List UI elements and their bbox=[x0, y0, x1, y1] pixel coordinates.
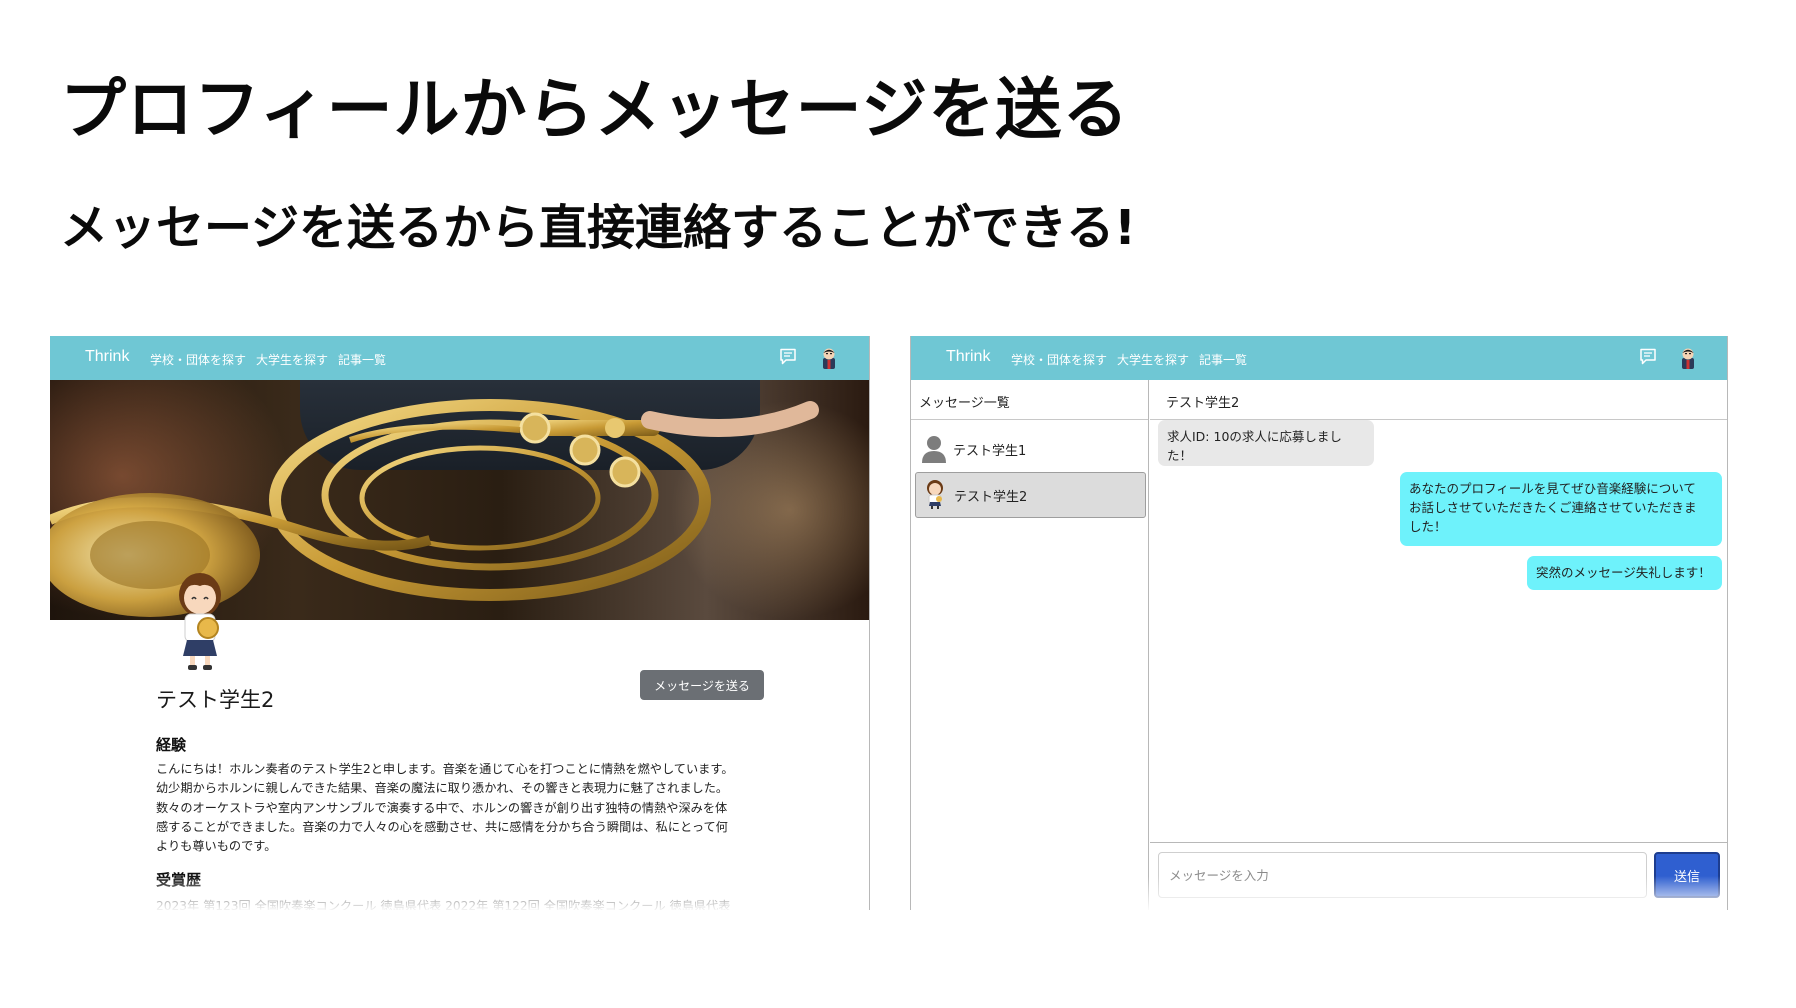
slide-title: プロフィールからメッセージを送る bbox=[60, 71, 1130, 148]
message-input[interactable] bbox=[1158, 852, 1647, 898]
message-icon[interactable] bbox=[1639, 348, 1657, 365]
nav-links: 学校・団体を探す 大学生を探す 記事一覧 bbox=[150, 351, 386, 368]
message-line: した！ bbox=[1409, 519, 1447, 534]
default-person-icon bbox=[922, 436, 946, 463]
message-sidebar: メッセージ一覧 テスト学生1 テスト学生2 bbox=[911, 380, 1149, 910]
profile-avatar bbox=[179, 573, 221, 670]
user-avatar-icon[interactable] bbox=[1677, 346, 1699, 370]
contact-item-active[interactable]: テスト学生2 bbox=[915, 472, 1146, 518]
message-line: 求人ID: 10の求人に応募しました！ bbox=[1167, 429, 1342, 463]
student-avatar bbox=[927, 480, 943, 509]
profile-name: テスト学生2 bbox=[156, 688, 275, 712]
nav-link-articles[interactable]: 記事一覧 bbox=[1199, 351, 1247, 368]
contact-name: テスト学生2 bbox=[954, 489, 1028, 505]
message-list-title: メッセージ一覧 bbox=[911, 380, 1148, 420]
chat-thread: 求人ID: 10の求人に応募しました！ あなたのプロフィールを見てぜひ音楽経験に… bbox=[1150, 420, 1727, 843]
messages-page-screenshot: Thrink 学校・団体を探す 大学生を探す 記事一覧 メッセージ一覧 テスト学… bbox=[910, 336, 1728, 910]
brand-logo[interactable]: Thrink bbox=[946, 348, 990, 366]
send-button[interactable]: 送信 bbox=[1654, 852, 1720, 898]
contact-name: テスト学生1 bbox=[953, 443, 1027, 459]
message-icon[interactable] bbox=[779, 348, 797, 365]
experience-line: 幼少期からホルンに親しんできた結果、音楽の魔法に取り憑かれ、その響きと表現力に魅… bbox=[156, 781, 729, 796]
experience-heading: 経験 bbox=[156, 736, 187, 754]
experience-line: 感することができました。音楽の力で人々の心を感動させ、共に感情を分かち合う瞬間は… bbox=[156, 819, 728, 834]
sent-message-bubble: 突然のメッセージ失礼します！ bbox=[1527, 556, 1722, 590]
message-line: お話しさせていただきたくご連絡させていただきま bbox=[1409, 500, 1697, 515]
nav-links: 学校・団体を探す 大学生を探す 記事一覧 bbox=[1011, 351, 1247, 368]
message-line: 突然のメッセージ失礼します！ bbox=[1536, 565, 1711, 580]
sent-message-bubble: あなたのプロフィールを見てぜひ音楽経験について お話しさせていただきたくご連絡さ… bbox=[1400, 472, 1722, 546]
experience-line: 数々のオーケストラや室内アンサンブルで演奏する中で、ホルンの響きが創り出す独特の… bbox=[156, 800, 728, 815]
navbar: Thrink 学校・団体を探す 大学生を探す 記事一覧 bbox=[50, 336, 869, 380]
experience-line: よりも尊いものです。 bbox=[156, 839, 277, 854]
profile-page-screenshot: Thrink 学校・団体を探す 大学生を探す 記事一覧 テスト学生2 メッセージ… bbox=[50, 336, 870, 910]
nav-link-find-schools[interactable]: 学校・団体を探す bbox=[1011, 351, 1107, 368]
nav-link-articles[interactable]: 記事一覧 bbox=[338, 351, 386, 368]
contact-item[interactable]: テスト学生1 bbox=[915, 426, 1146, 472]
chat-header: テスト学生2 bbox=[1150, 380, 1727, 420]
awards-text: 2023年 第123回 全国吹奏楽コンクール 徳島県代表 2022年 第122回… bbox=[156, 899, 731, 910]
nav-link-find-schools[interactable]: 学校・団体を探す bbox=[150, 351, 246, 368]
nav-link-find-students[interactable]: 大学生を探す bbox=[256, 351, 328, 368]
awards-heading: 受賞歴 bbox=[156, 871, 202, 889]
user-avatar-icon[interactable] bbox=[818, 346, 840, 370]
slide-subtitle: メッセージを送るから直接連絡することができる! bbox=[60, 200, 1136, 256]
brand-logo[interactable]: Thrink bbox=[85, 348, 129, 366]
experience-text: こんにちは！ホルン奏者のテスト学生2と申します。音楽を通じて心を打つことに情熱を… bbox=[156, 760, 766, 856]
message-line: あなたのプロフィールを見てぜひ音楽経験について bbox=[1409, 481, 1696, 496]
navbar: Thrink 学校・団体を探す 大学生を探す 記事一覧 bbox=[911, 336, 1727, 380]
nav-link-find-students[interactable]: 大学生を探す bbox=[1117, 351, 1189, 368]
received-message-bubble: 求人ID: 10の求人に応募しました！ bbox=[1158, 420, 1374, 466]
send-message-button[interactable]: メッセージを送る bbox=[640, 670, 764, 700]
experience-line: こんにちは！ホルン奏者のテスト学生2と申します。音楽を通じて心を打つことに情熱を… bbox=[156, 762, 734, 776]
